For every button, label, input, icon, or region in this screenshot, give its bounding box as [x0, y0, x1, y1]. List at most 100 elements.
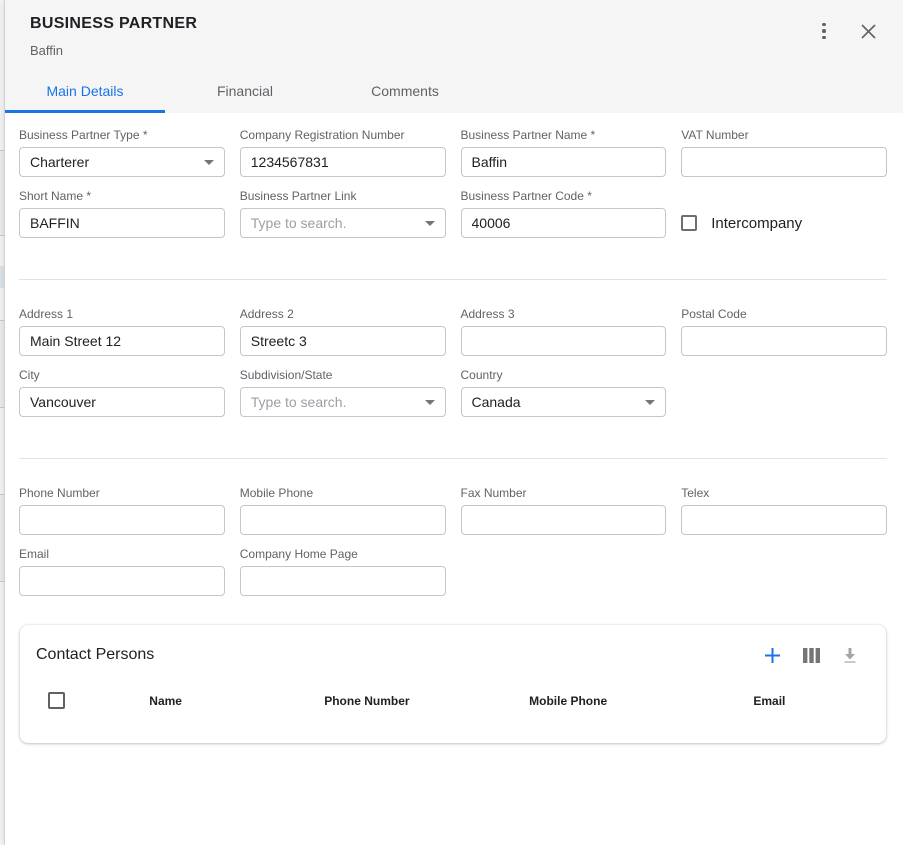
- section-divider: [19, 279, 887, 280]
- field-label: Company Registration Number: [240, 128, 446, 142]
- column-header-phone-number: Phone Number: [266, 694, 467, 708]
- chevron-down-icon: [645, 400, 655, 405]
- field-address3: Address 3: [461, 307, 667, 356]
- business-partner-panel: BUSINESS PARTNER Baffin Main Details Fin…: [5, 0, 903, 845]
- field-telex: Telex: [681, 486, 887, 535]
- field-label: Email: [19, 547, 225, 561]
- field-email: Email: [19, 547, 225, 596]
- field-label: City: [19, 368, 225, 382]
- identity-section: Business Partner Type * Charterer Compan…: [19, 128, 887, 250]
- field-label: Address 2: [240, 307, 446, 321]
- business-partner-name-input[interactable]: [461, 147, 667, 177]
- column-header-name: Name: [65, 694, 266, 708]
- field-phone-number: Phone Number: [19, 486, 225, 535]
- field-vat-number: VAT Number: [681, 128, 887, 177]
- select-all-checkbox[interactable]: [48, 692, 65, 709]
- field-address1: Address 1: [19, 307, 225, 356]
- short-name-input[interactable]: [19, 208, 225, 238]
- fax-number-input[interactable]: [461, 505, 667, 535]
- field-label: Business Partner Code *: [461, 189, 667, 203]
- chevron-down-icon: [425, 221, 435, 226]
- business-partner-code-input[interactable]: [461, 208, 667, 238]
- email-input[interactable]: [19, 566, 225, 596]
- field-short-name: Short Name *: [19, 189, 225, 238]
- field-business-partner-link: Business Partner Link Type to search.: [240, 189, 446, 238]
- field-business-partner-code: Business Partner Code *: [461, 189, 667, 238]
- close-button[interactable]: [859, 22, 877, 40]
- chevron-down-icon: [204, 160, 214, 165]
- address2-input[interactable]: [240, 326, 446, 356]
- field-label: Company Home Page: [240, 547, 446, 561]
- contact-persons-title: Contact Persons: [36, 646, 154, 664]
- field-label: VAT Number: [681, 128, 887, 142]
- country-select[interactable]: Canada: [461, 387, 667, 417]
- page-title: BUSINESS PARTNER: [30, 15, 197, 33]
- download-button[interactable]: [840, 645, 860, 665]
- company-registration-number-input[interactable]: [240, 147, 446, 177]
- field-fax-number: Fax Number: [461, 486, 667, 535]
- city-input[interactable]: [19, 387, 225, 417]
- address1-input[interactable]: [19, 326, 225, 356]
- main-details-form: Business Partner Type * Charterer Compan…: [5, 113, 903, 743]
- field-company-registration-number: Company Registration Number: [240, 128, 446, 177]
- field-city: City: [19, 368, 225, 417]
- field-label: Address 1: [19, 307, 225, 321]
- section-divider: [19, 458, 887, 459]
- field-label: Address 3: [461, 307, 667, 321]
- chevron-down-icon: [425, 400, 435, 405]
- vat-number-input[interactable]: [681, 147, 887, 177]
- field-company-home-page: Company Home Page: [240, 547, 446, 596]
- field-business-partner-type: Business Partner Type * Charterer: [19, 128, 225, 177]
- intercompany-checkbox[interactable]: [681, 215, 697, 231]
- contact-info-section: Phone Number Mobile Phone Fax Number Tel…: [19, 486, 887, 608]
- kebab-icon: [822, 23, 826, 40]
- column-header-mobile-phone: Mobile Phone: [468, 694, 669, 708]
- tab-financial[interactable]: Financial: [165, 72, 325, 113]
- tab-bar: Main Details Financial Comments: [5, 72, 485, 113]
- field-business-partner-name: Business Partner Name *: [461, 128, 667, 177]
- subdivision-state-select[interactable]: Type to search.: [240, 387, 446, 417]
- field-label: Phone Number: [19, 486, 225, 500]
- columns-icon: [803, 648, 820, 663]
- page-subtitle: Baffin: [30, 43, 197, 58]
- telex-input[interactable]: [681, 505, 887, 535]
- field-postal-code: Postal Code: [681, 307, 887, 356]
- background-fragment: [0, 266, 4, 288]
- address3-input[interactable]: [461, 326, 667, 356]
- business-partner-link-select[interactable]: Type to search.: [240, 208, 446, 238]
- field-label: Country: [461, 368, 667, 382]
- close-icon: [860, 23, 877, 40]
- field-country: Country Canada: [461, 368, 667, 417]
- background-fragment: [0, 320, 4, 408]
- field-address2: Address 2: [240, 307, 446, 356]
- field-label: Business Partner Link: [240, 189, 446, 203]
- field-label: Short Name *: [19, 189, 225, 203]
- background-fragment: [0, 150, 4, 236]
- more-options-button[interactable]: [815, 22, 833, 40]
- phone-number-input[interactable]: [19, 505, 225, 535]
- field-label: Subdivision/State: [240, 368, 446, 382]
- field-label: Telex: [681, 486, 887, 500]
- field-label: Business Partner Type *: [19, 128, 225, 142]
- company-home-page-input[interactable]: [240, 566, 446, 596]
- panel-header: BUSINESS PARTNER Baffin Main Details Fin…: [5, 0, 903, 113]
- field-intercompany: Intercompany: [681, 208, 887, 238]
- field-label: Postal Code: [681, 307, 887, 321]
- download-icon: [841, 646, 859, 664]
- field-label: Mobile Phone: [240, 486, 446, 500]
- add-icon: [763, 646, 782, 665]
- title-block: BUSINESS PARTNER Baffin: [30, 15, 197, 58]
- tab-comments[interactable]: Comments: [325, 72, 485, 113]
- intercompany-label: Intercompany: [711, 215, 802, 232]
- mobile-phone-input[interactable]: [240, 505, 446, 535]
- tab-main-details[interactable]: Main Details: [5, 72, 165, 113]
- postal-code-input[interactable]: [681, 326, 887, 356]
- add-contact-button[interactable]: [762, 645, 782, 665]
- contact-persons-table-header: Name Phone Number Mobile Phone Email: [20, 692, 886, 709]
- contact-persons-card: Contact Persons: [20, 625, 886, 743]
- field-label: Fax Number: [461, 486, 667, 500]
- field-mobile-phone: Mobile Phone: [240, 486, 446, 535]
- business-partner-type-select[interactable]: Charterer: [19, 147, 225, 177]
- field-subdivision-state: Subdivision/State Type to search.: [240, 368, 446, 417]
- columns-button[interactable]: [801, 645, 821, 665]
